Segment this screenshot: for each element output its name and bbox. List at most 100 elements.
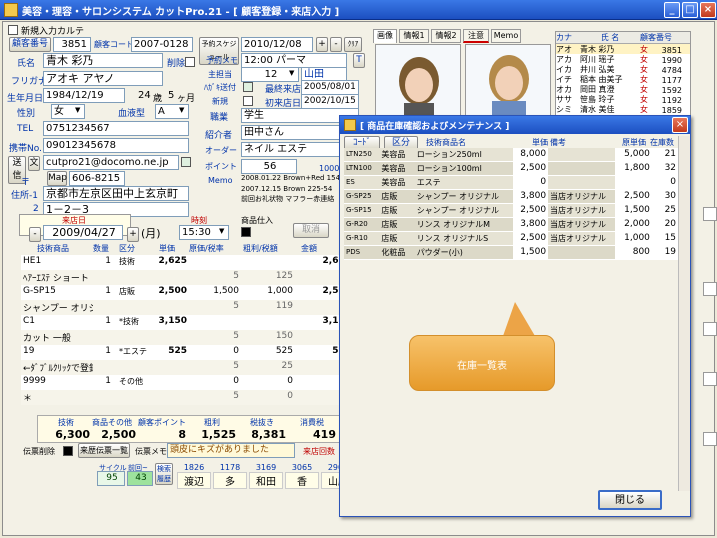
birth-field[interactable]: 1984/12/19 (43, 88, 125, 103)
inventory-row[interactable]: ES 美容品 エステ 0 0 (344, 176, 679, 190)
dialog-close-icon[interactable]: × (672, 117, 688, 133)
side-button-5[interactable] (703, 432, 717, 446)
table-row[interactable]: シャンプー オリジナル 5 119 (21, 300, 351, 315)
cancel-button[interactable]: 取消 (293, 223, 329, 238)
slip-list-button[interactable]: 来歴伝票一覧 (78, 443, 130, 458)
customer-list-row[interactable]: ササ 笹島 玲子女 1192 (556, 94, 690, 105)
customer-list-row[interactable]: オカ 岡田 真澄女 1592 (556, 84, 690, 95)
table-row[interactable]: HE1 1 技術 2,625 2,625 (21, 255, 351, 270)
customer-list-row[interactable]: イチ 稲本 由美子女 1177 (556, 74, 690, 85)
cell-code[interactable]: G-SP15 (23, 286, 93, 296)
mobile-field[interactable]: 09012345678 (43, 138, 189, 153)
delete-checkbox[interactable] (185, 57, 195, 67)
customer-list-row[interactable]: イカ 井川 弘美女 4784 (556, 64, 690, 75)
date-next-button[interactable]: + (127, 227, 139, 242)
cell-code[interactable]: HE1 (23, 256, 93, 266)
table-row[interactable]: ←ﾀﾞﾌﾞﾙｸﾘｯｸで登録 5 25 (21, 360, 351, 375)
kana-col-header[interactable]: カナ (556, 32, 580, 43)
slip-delete-checkbox[interactable] (63, 446, 73, 456)
reserve-memo-field[interactable]: 12:00 パーマ (241, 53, 347, 68)
cell-qty[interactable]: 1 (93, 346, 111, 356)
table-row[interactable]: ＊ 5 0 (21, 390, 351, 405)
table-row[interactable]: 99991その他000 (21, 375, 351, 390)
cell-code[interactable]: カット 一般 (23, 331, 93, 344)
tab-image[interactable]: 画像 (373, 29, 397, 43)
history-staff[interactable]: 和田 (249, 472, 283, 489)
inventory-row[interactable]: G-R10 店販 リンス オリジナルS 2,500 当店オリジナル 1,000 15 (344, 232, 679, 246)
date-up-button[interactable]: + (316, 37, 328, 52)
history-staff[interactable]: 渡辺 (177, 472, 211, 489)
customer-list-row[interactable]: シミ 清水 美佳 女 1859 (556, 104, 690, 115)
email-checkbox[interactable] (181, 157, 191, 167)
table-row[interactable]: 191*エステ5250525525 (21, 345, 351, 360)
customer-no-field[interactable]: 3851 (53, 37, 91, 52)
slip-memo-field[interactable]: 頭皮にキズがありました (167, 443, 295, 458)
goods-checkbox[interactable] (241, 227, 251, 237)
cell-code[interactable]: 19 (23, 346, 93, 356)
cell-code[interactable]: 9999 (23, 376, 93, 386)
cell-qty[interactable]: 1 (93, 316, 111, 326)
customer-code-field[interactable]: 2007-0128 (131, 37, 193, 52)
minimize-button[interactable]: _ (664, 2, 680, 18)
map-button[interactable]: Map (47, 171, 67, 186)
dm-checkbox[interactable] (243, 82, 253, 92)
date-down-button[interactable]: - (330, 37, 342, 52)
tab-memo[interactable]: Memo (491, 29, 521, 43)
tab-info2[interactable]: 情報2 (431, 29, 461, 43)
inventory-cell: 当店オリジナル (550, 206, 607, 215)
cell-cost: 0 (233, 346, 239, 356)
cell-code[interactable]: ←ﾀﾞﾌﾞﾙｸﾘｯｸで登録 (23, 361, 93, 374)
cell-code[interactable]: ＊ (23, 391, 93, 404)
inventory-row[interactable]: LTN100 美容品 ローション100ml 2,500 1,800 32 (344, 162, 679, 176)
customer-no-button[interactable]: 顧客番号 (9, 37, 51, 52)
inventory-row[interactable]: G-SP25 店販 シャンプー オリジナル 3,800 当店オリジナル 2,500 30 (344, 190, 679, 204)
history-staff[interactable]: 香 (285, 472, 319, 489)
side-button-3[interactable] (703, 322, 717, 336)
side-button-4[interactable] (703, 372, 717, 386)
side-button-1[interactable] (703, 207, 717, 221)
new-customer-checkbox[interactable] (8, 25, 18, 35)
tel-field[interactable]: 0751234567 (43, 121, 189, 136)
new-checkbox[interactable] (243, 96, 253, 106)
address1-field[interactable]: 京都市左京区田中上玄京町 (43, 186, 189, 201)
close-button[interactable]: × (700, 2, 716, 18)
cell-profit: 119 (275, 301, 293, 311)
customer-list-row[interactable]: アオ 青木 彩乃女 3851 (556, 44, 690, 55)
cell-code[interactable]: C1 (23, 316, 93, 326)
email-field[interactable]: cutpro21@docomo.ne.jp (43, 155, 179, 170)
mail-text-button[interactable]: 文 (28, 156, 40, 171)
table-row[interactable]: C1 1 *技術 3,150 3,150 (21, 315, 351, 330)
clear-button[interactable]: ｸﾘｱ (344, 37, 362, 52)
close-dialog-button[interactable]: 閉じる (598, 490, 662, 510)
inventory-cell: 1,800 (614, 162, 652, 175)
zip-field[interactable]: 606-8215 (69, 171, 125, 186)
cell-qty[interactable]: 1 (93, 286, 111, 296)
inventory-scrollbar[interactable] (678, 136, 690, 491)
tab-caution[interactable]: 注意 (463, 29, 489, 43)
cell-qty[interactable]: 1 (93, 256, 111, 266)
maximize-button[interactable]: □ (682, 2, 698, 18)
inventory-row[interactable]: PDS 化粧品 パウダー(小) 1,500 800 19 (344, 246, 679, 260)
inventory-table[interactable]: LTN250 美容品 ローション250ml 8,000 5,000 21 LTN100 美容品… (344, 148, 679, 260)
history-staff[interactable]: 多 (213, 472, 247, 489)
inventory-cell: 0 (512, 176, 549, 189)
cell-code[interactable]: シャンプー オリジナル (23, 301, 93, 314)
side-button-2[interactable] (703, 282, 717, 296)
date-prev-button[interactable]: - (29, 227, 41, 242)
inventory-row[interactable]: G-SP15 店販 シャンプー オリジナル 2,500 当店オリジナル 1,500 25 (344, 204, 679, 218)
kana-field[interactable]: アオキ アヤノ (43, 71, 163, 86)
text-button[interactable]: T (353, 53, 365, 68)
table-row[interactable]: G-SP15 1 店販 2,500 1,500 1,000 2,500 (21, 285, 351, 300)
name-field[interactable]: 青木 彩乃 (43, 53, 163, 68)
history-button[interactable]: 検索履歴 (155, 463, 173, 485)
cell-code[interactable]: ﾍｱｰｴｽﾃ ショート (23, 271, 93, 284)
inventory-row[interactable]: LTN250 美容品 ローション250ml 8,000 5,000 21 (344, 148, 679, 162)
tab-info1[interactable]: 情報1 (399, 29, 429, 43)
cell-qty[interactable]: 1 (93, 376, 111, 386)
inventory-row[interactable]: G-R20 店販 リンス オリジナルM 3,800 当店オリジナル 2,000 20 (344, 218, 679, 232)
customer-list-row[interactable]: アカ 阿川 瑶子女 1990 (556, 54, 690, 65)
visit-date-field[interactable]: 2009/04/27 (43, 225, 123, 240)
reserve-date-field[interactable]: 2010/12/08 (241, 37, 313, 52)
table-row[interactable]: ﾍｱｰｴｽﾃ ショート 5 125 (21, 270, 351, 285)
table-row[interactable]: カット 一般 5 150 (21, 330, 351, 345)
